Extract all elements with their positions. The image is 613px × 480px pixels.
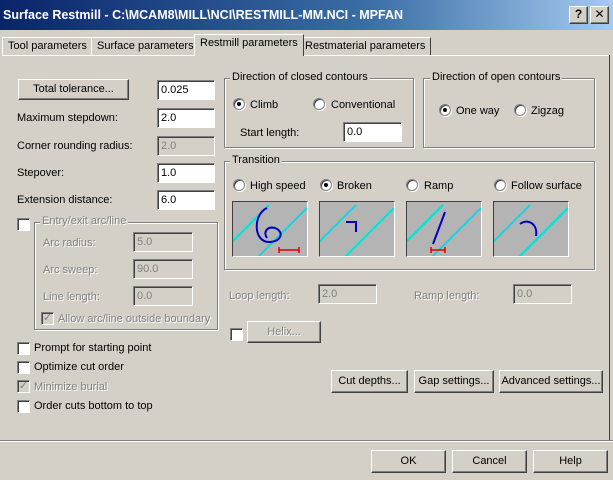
cancel-button[interactable]: Cancel — [452, 450, 527, 473]
one-way-radio[interactable] — [439, 104, 451, 116]
high-speed-transition-image[interactable] — [227, 201, 308, 263]
max-stepdown-label: Maximum stepdown: — [17, 112, 118, 124]
entry-exit-title: Entry/exit arc/line — [40, 215, 129, 227]
loop-length-label: Loop length: — [229, 290, 290, 302]
arc-radius-label: Arc radius: — [43, 237, 96, 249]
optimize-cut-checkbox[interactable] — [17, 361, 30, 374]
ramp-label[interactable]: Ramp — [424, 180, 453, 192]
advanced-settings-button[interactable]: Advanced settings... — [499, 370, 603, 393]
prompt-start-label[interactable]: Prompt for starting point — [34, 342, 151, 354]
line-length-label: Line length: — [43, 291, 100, 303]
zigzag-label[interactable]: Zigzag — [531, 105, 564, 117]
open-contours-title: Direction of open contours — [430, 71, 563, 83]
extension-distance-field[interactable]: 6.0 — [157, 190, 215, 210]
broken-transition-image[interactable] — [314, 201, 395, 263]
total-tolerance-button[interactable]: Total tolerance... — [18, 79, 129, 100]
close-icon[interactable]: ✕ — [590, 6, 609, 24]
ramp-radio[interactable] — [406, 179, 418, 191]
ok-button[interactable]: OK — [371, 450, 446, 473]
start-length-label: Start length: — [240, 127, 300, 139]
extension-distance-label: Extension distance: — [17, 194, 113, 206]
arc-sweep-label: Arc sweep: — [43, 264, 98, 276]
tab-surface-parameters[interactable]: Surface parameters — [91, 37, 200, 56]
follow-surface-label[interactable]: Follow surface — [511, 180, 582, 192]
help-icon[interactable]: ? — [569, 6, 588, 24]
ramp-length-field: 0.0 — [513, 284, 572, 304]
high-speed-label[interactable]: High speed — [250, 180, 306, 192]
order-bottom-top-label[interactable]: Order cuts bottom to top — [34, 400, 153, 412]
max-stepdown-field[interactable]: 2.0 — [157, 108, 215, 128]
help-button[interactable]: Help — [533, 450, 608, 473]
loop-length-field: 2.0 — [318, 284, 377, 304]
prompt-start-checkbox[interactable] — [17, 342, 30, 355]
broken-label[interactable]: Broken — [337, 180, 372, 192]
minimize-burial-label: Minimize burial — [34, 381, 108, 393]
stepover-field[interactable]: 1.0 — [157, 163, 215, 183]
arc-sweep-field: 90.0 — [133, 259, 193, 279]
ramp-length-label: Ramp length: — [414, 290, 480, 302]
entry-exit-checkbox[interactable] — [17, 218, 30, 231]
high-speed-radio[interactable] — [233, 179, 245, 191]
panel-right-edge — [609, 55, 610, 440]
minimize-burial-checkbox: ✓ — [17, 380, 30, 393]
conventional-label[interactable]: Conventional — [331, 99, 395, 111]
tab-tool-parameters[interactable]: Tool parameters — [2, 37, 93, 56]
helix-checkbox[interactable] — [230, 328, 243, 341]
tab-restmaterial-parameters[interactable]: Restmaterial parameters — [299, 37, 432, 56]
climb-radio[interactable] — [233, 98, 245, 110]
line-length-field: 0.0 — [133, 286, 193, 306]
window-title: Surface Restmill - C:\MCAM8\MILL\NCI\RES… — [3, 8, 403, 22]
tab-bar: Tool parameters Surface parameters Restm… — [0, 30, 613, 56]
gap-settings-button[interactable]: Gap settings... — [414, 370, 494, 393]
corner-radius-label: Corner rounding radius: — [17, 140, 133, 152]
order-bottom-top-checkbox[interactable] — [17, 400, 30, 413]
cut-depths-button[interactable]: Cut depths... — [331, 370, 408, 393]
helix-button: Helix... — [247, 321, 321, 343]
closed-contours-title: Direction of closed contours — [230, 71, 370, 83]
transition-title: Transition — [230, 154, 282, 166]
conventional-radio[interactable] — [313, 98, 325, 110]
broken-radio[interactable] — [320, 179, 332, 191]
stepover-label: Stepover: — [17, 167, 65, 179]
start-length-field[interactable]: 0.0 — [343, 122, 402, 142]
arc-radius-field: 5.0 — [133, 232, 193, 252]
total-tolerance-field[interactable]: 0.025 — [157, 80, 215, 100]
allow-outside-boundary-checkbox: ✓ — [41, 312, 54, 325]
allow-outside-boundary-label: Allow arc/line outside boundary — [58, 313, 211, 325]
corner-radius-field: 2.0 — [157, 136, 215, 156]
panel-top-edge — [2, 55, 610, 56]
follow-surface-radio[interactable] — [494, 179, 506, 191]
footer-separator — [0, 440, 613, 441]
zigzag-radio[interactable] — [514, 104, 526, 116]
one-way-label[interactable]: One way — [456, 105, 499, 117]
ramp-transition-image[interactable] — [401, 201, 482, 263]
tab-restmill-parameters[interactable]: Restmill parameters — [194, 34, 304, 56]
climb-label[interactable]: Climb — [250, 99, 278, 111]
window-title-bar[interactable]: Surface Restmill - C:\MCAM8\MILL\NCI\RES… — [0, 0, 613, 30]
optimize-cut-label[interactable]: Optimize cut order — [34, 361, 124, 373]
follow-surface-transition-image[interactable] — [488, 201, 569, 263]
